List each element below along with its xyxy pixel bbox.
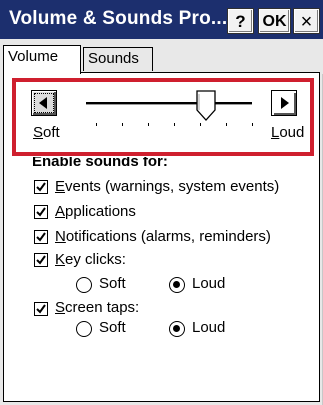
key-clicks-loud-label: Loud <box>192 275 226 292</box>
checkmark-icon <box>36 304 46 314</box>
key-clicks-checkbox[interactable] <box>34 253 48 267</box>
checkmark-icon <box>36 232 46 242</box>
screen-taps-loud-label: Loud <box>192 319 226 336</box>
checkmark-icon <box>36 255 46 265</box>
tab-strip: Volume Sounds <box>0 39 323 74</box>
key-clicks-label: Key clicks: <box>55 251 126 268</box>
events-label: Events (warnings, system events) <box>55 178 280 195</box>
radio-selected-dot <box>173 281 180 288</box>
radio-selected-dot <box>173 325 180 332</box>
screen-taps-soft-label: Soft <box>99 319 126 336</box>
notifications-label: Notifications (alarms, reminders) <box>55 228 271 245</box>
title-bar: Volume & Sounds Pro... ? OK × <box>0 0 323 39</box>
screen-taps-label: Screen taps: <box>55 299 140 316</box>
checkmark-icon <box>36 207 46 217</box>
events-checkbox[interactable] <box>34 180 48 194</box>
close-button[interactable]: × <box>294 9 319 33</box>
ok-button[interactable]: OK <box>259 9 290 33</box>
tab-volume[interactable]: Volume <box>3 45 81 74</box>
screen-taps-soft-radio[interactable] <box>76 321 92 337</box>
tab-sounds[interactable]: Sounds <box>83 47 153 71</box>
window-title: Volume & Sounds Pro... <box>9 8 228 29</box>
highlight-box <box>12 78 314 156</box>
key-clicks-soft-radio[interactable] <box>76 277 92 293</box>
checkmark-icon <box>36 182 46 192</box>
notifications-checkbox[interactable] <box>34 230 48 244</box>
key-clicks-soft-label: Soft <box>99 275 126 292</box>
screen-taps-loud-radio[interactable] <box>169 321 185 337</box>
applications-checkbox[interactable] <box>34 205 48 219</box>
applications-label: Applications <box>55 203 136 220</box>
volume-sounds-dialog: Volume & Sounds Pro... ? OK × Volume Sou… <box>0 0 323 405</box>
key-clicks-loud-radio[interactable] <box>169 277 185 293</box>
screen-taps-checkbox[interactable] <box>34 302 48 316</box>
help-button[interactable]: ? <box>228 9 253 33</box>
